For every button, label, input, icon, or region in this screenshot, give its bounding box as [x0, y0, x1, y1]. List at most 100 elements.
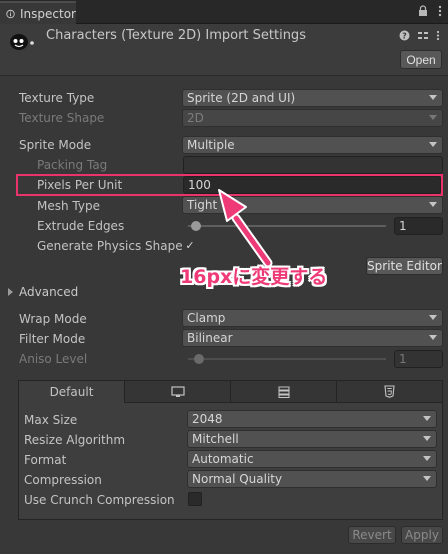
texture-shape-row: Texture Shape: [19, 109, 104, 127]
resize-algorithm-row: Resize Algorithm: [24, 431, 125, 449]
chevron-down-icon: [429, 95, 437, 100]
tabbar-actions: [418, 5, 442, 17]
format-label: Format: [24, 453, 67, 467]
format-value: Automatic: [192, 452, 254, 466]
chevron-down-icon: [423, 456, 431, 461]
tab-standalone[interactable]: [125, 381, 231, 403]
texture-type-row: Texture Type: [19, 89, 94, 107]
packing-tag-label: Packing Tag: [37, 158, 108, 172]
kebab-menu-icon[interactable]: [436, 30, 440, 41]
max-size-value: 2048: [192, 412, 223, 426]
format-dropdown[interactable]: Automatic: [187, 450, 437, 468]
aniso-level-row: Aniso Level: [19, 350, 87, 368]
inspector-tab[interactable]: Inspector: [0, 1, 76, 24]
extrude-edges-input[interactable]: 1: [394, 217, 443, 235]
max-size-dropdown[interactable]: 2048: [187, 410, 437, 428]
platform-tabs: Default: [19, 381, 442, 403]
chevron-down-icon: [423, 476, 431, 481]
wrap-mode-label: Wrap Mode: [19, 312, 87, 326]
compression-row: Compression: [24, 471, 102, 489]
chevron-down-icon: [423, 436, 431, 441]
max-size-row: Max Size: [24, 411, 77, 429]
chevron-down-icon: [429, 335, 437, 340]
aniso-level-slider-knob: [194, 354, 204, 364]
filter-mode-row: Filter Mode: [19, 330, 85, 348]
resize-algorithm-label: Resize Algorithm: [24, 433, 126, 447]
inspector-header: Characters (Texture 2D) Import Settings …: [0, 24, 448, 76]
advanced-label: Advanced: [19, 285, 79, 299]
mesh-type-label: Mesh Type: [37, 199, 100, 213]
max-size-label: Max Size: [24, 413, 78, 427]
filter-mode-dropdown[interactable]: Bilinear: [182, 329, 443, 347]
use-crunch-row: Use Crunch Compression: [24, 491, 175, 509]
extrude-edges-slider-track[interactable]: [188, 225, 386, 227]
chevron-down-icon: [429, 315, 437, 320]
inspector-tab-label: Inspector: [20, 6, 76, 21]
chevron-down-icon: [429, 202, 437, 207]
compression-value: Normal Quality: [192, 472, 283, 486]
advanced-foldout[interactable]: Advanced: [8, 285, 78, 299]
info-icon: [6, 9, 15, 18]
pixels-per-unit-highlight: [16, 174, 443, 196]
html5-icon: [384, 385, 395, 398]
texture-type-dropdown[interactable]: Sprite (2D and UI): [182, 89, 443, 107]
chevron-down-icon: [429, 115, 437, 120]
wrap-mode-dropdown[interactable]: Clamp: [182, 309, 443, 327]
foldout-arrow-icon: [8, 288, 13, 296]
aniso-level-slider-track: [188, 358, 386, 360]
texture-type-label: Texture Type: [19, 91, 95, 105]
mesh-type-row: Mesh Type: [37, 197, 100, 215]
aniso-level-label: Aniso Level: [19, 352, 88, 366]
revert-button[interactable]: Revert: [348, 526, 396, 544]
extrude-edges-slider-knob[interactable]: [191, 221, 201, 231]
apply-button[interactable]: Apply: [401, 526, 443, 544]
extrude-edges-label: Extrude Edges: [37, 219, 125, 233]
compression-label: Compression: [24, 473, 102, 487]
sprite-editor-button[interactable]: Sprite Editor: [366, 257, 443, 275]
annotation-text: 16pxに変更する: [180, 266, 328, 288]
texture-shape-label: Texture Shape: [19, 111, 105, 125]
mesh-type-dropdown[interactable]: Tight: [182, 196, 443, 214]
texture-asset-icon: [10, 34, 34, 50]
filter-mode-value: Bilinear: [187, 331, 233, 345]
aniso-level-input: 1: [394, 350, 443, 368]
wrap-mode-value: Clamp: [187, 311, 226, 325]
sprite-mode-dropdown[interactable]: Multiple: [182, 136, 443, 154]
sprite-mode-label: Sprite Mode: [19, 138, 92, 152]
chevron-down-icon: [429, 142, 437, 147]
resize-algorithm-value: Mitchell: [192, 432, 239, 446]
lock-icon[interactable]: [418, 5, 428, 17]
texture-shape-value: 2D: [187, 111, 204, 125]
extrude-edges-row: Extrude Edges: [37, 217, 124, 235]
monitor-icon: [170, 385, 185, 397]
chevron-down-icon: [423, 416, 431, 421]
tab-server[interactable]: [231, 381, 337, 403]
tab-default-label: Default: [49, 385, 94, 399]
sprite-mode-row: Sprite Mode: [19, 136, 91, 154]
use-crunch-checkbox[interactable]: [188, 492, 202, 506]
svg-text:?: ?: [402, 32, 407, 41]
texture-shape-dropdown: 2D: [182, 109, 443, 127]
generate-physics-shape-checkbox[interactable]: ✓: [183, 238, 197, 252]
format-row: Format: [24, 451, 66, 469]
server-icon: [278, 386, 289, 398]
compression-dropdown[interactable]: Normal Quality: [187, 470, 437, 488]
window-tabbar: Inspector: [0, 0, 448, 24]
page-title: Characters (Texture 2D) Import Settings: [46, 28, 306, 43]
texture-type-value: Sprite (2D and UI): [187, 91, 296, 105]
resize-algorithm-dropdown[interactable]: Mitchell: [187, 430, 437, 448]
open-button[interactable]: Open: [400, 50, 442, 69]
help-icon[interactable]: ?: [399, 30, 410, 41]
header-icons: ?: [399, 30, 440, 41]
packing-tag-row: Packing Tag: [37, 156, 107, 174]
tab-default[interactable]: Default: [19, 381, 125, 403]
filter-mode-label: Filter Mode: [19, 332, 86, 346]
packing-tag-input: [183, 156, 443, 174]
kebab-menu-icon[interactable]: [438, 5, 442, 17]
tab-webgl[interactable]: [337, 381, 442, 403]
sprite-mode-value: Multiple: [187, 138, 235, 152]
generate-physics-shape-row: Generate Physics Shape: [37, 237, 183, 255]
wrap-mode-row: Wrap Mode: [19, 310, 87, 328]
preset-icon[interactable]: [417, 30, 429, 41]
generate-physics-shape-label: Generate Physics Shape: [37, 239, 183, 253]
